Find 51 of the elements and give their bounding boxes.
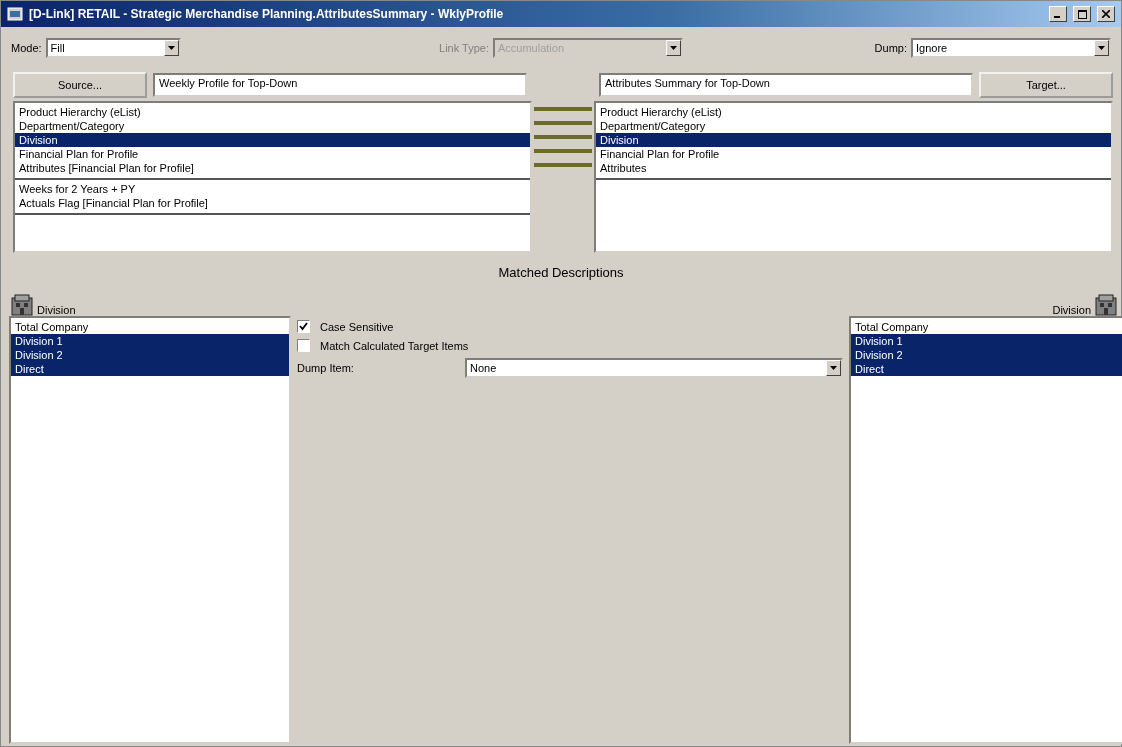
- maximize-icon: [1077, 9, 1087, 19]
- field-label: Dump:: [874, 42, 907, 54]
- target-button[interactable]: Target...: [979, 72, 1113, 98]
- list-item[interactable]: Division 1: [851, 334, 1122, 348]
- list-item[interactable]: Division: [15, 133, 530, 147]
- checkbox-label: Case Sensitive: [320, 320, 394, 333]
- window-title: [D-Link] RETAIL - Strategic Merchandise Planning.AttributesSummary - WklyProfile: [29, 7, 505, 21]
- caret-icon: [830, 366, 837, 370]
- dimension-label: Division: [1052, 304, 1091, 316]
- caret-icon: [1098, 46, 1105, 50]
- checkbox-label: Match Calculated Target Items: [320, 339, 469, 352]
- list-item[interactable]: Direct: [11, 362, 289, 376]
- list-item[interactable]: Financial Plan for Profile: [596, 147, 1111, 161]
- building-icon[interactable]: [1095, 294, 1117, 316]
- field-label: Mode:: [11, 42, 42, 54]
- section-title: Matched Descriptions: [498, 265, 624, 280]
- list-item[interactable]: Total Company: [11, 320, 289, 334]
- source-field[interactable]: Weekly Profile for Top-Down: [153, 73, 527, 97]
- checkbox[interactable]: [297, 339, 310, 352]
- list-item[interactable]: Weeks for 2 Years + PY: [15, 182, 530, 196]
- list-item[interactable]: Division 2: [11, 348, 289, 362]
- building-icon[interactable]: [11, 294, 33, 316]
- source-button[interactable]: Source...: [13, 72, 147, 98]
- list-item[interactable]: Product Hierarchy (eList): [596, 105, 1111, 119]
- list-item[interactable]: Total Company: [851, 320, 1122, 334]
- list-item[interactable]: Product Hierarchy (eList): [15, 105, 530, 119]
- dropdown[interactable]: Ignore: [911, 38, 1111, 58]
- list-item[interactable]: Actuals Flag [Financial Plan for Profile]: [15, 196, 530, 210]
- list-item[interactable]: Department/Category: [596, 119, 1111, 133]
- caret-icon: [670, 46, 677, 50]
- dropdown[interactable]: None: [465, 358, 843, 378]
- list-item[interactable]: Direct: [851, 362, 1122, 376]
- close-icon: [1102, 10, 1110, 18]
- field-label: Dump Item:: [297, 362, 355, 374]
- target-field[interactable]: Attributes Summary for Top-Down: [599, 73, 973, 97]
- list-item[interactable]: Division 1: [11, 334, 289, 348]
- list-item[interactable]: Financial Plan for Profile: [15, 147, 530, 161]
- field-label: Link Type:: [439, 42, 489, 54]
- list-item[interactable]: Attributes [Financial Plan for Profile]: [15, 161, 530, 175]
- list-item[interactable]: Attributes: [596, 161, 1111, 175]
- close-button[interactable]: [1097, 6, 1115, 22]
- dropdown[interactable]: Fill: [45, 38, 181, 58]
- list-item[interactable]: Division 2: [851, 348, 1122, 362]
- dimension-label: Division: [37, 304, 76, 316]
- list-item[interactable]: Division: [596, 133, 1111, 147]
- checkbox[interactable]: [297, 320, 310, 333]
- minimize-button[interactable]: [1049, 6, 1067, 22]
- app-icon: [7, 6, 23, 22]
- list-item[interactable]: Department/Category: [15, 119, 530, 133]
- maximize-button[interactable]: [1073, 6, 1091, 22]
- caret-icon: [167, 46, 175, 50]
